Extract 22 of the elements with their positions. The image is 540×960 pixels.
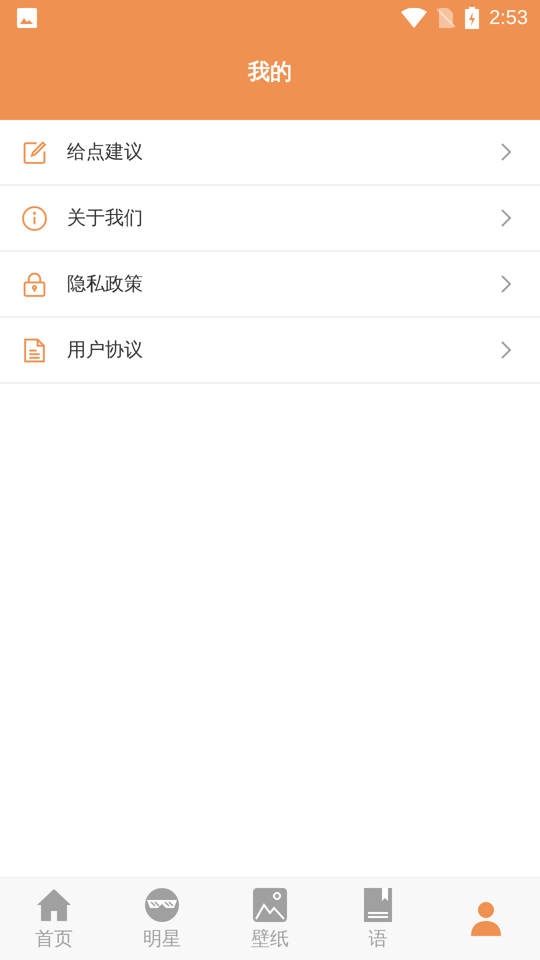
no-sim-icon	[437, 8, 456, 28]
lock-icon	[22, 272, 47, 296]
menu-item[interactable]: 用户协议	[0, 318, 540, 384]
menu-item[interactable]: 给点建议	[0, 120, 540, 186]
person-icon	[468, 901, 504, 937]
chevron-icon	[500, 143, 512, 161]
edit-icon	[22, 140, 47, 164]
page-title: 我的	[248, 59, 292, 87]
document-icon	[22, 338, 47, 362]
image-icon	[16, 7, 38, 29]
wifi-icon	[401, 8, 428, 28]
menu-item[interactable]: 关于我们	[0, 186, 540, 252]
chevron-icon	[500, 275, 512, 293]
home-icon	[36, 886, 72, 922]
menu-item[interactable]: 隐私政策	[0, 252, 540, 318]
chevron-icon	[500, 209, 512, 227]
clock: 2:53	[489, 6, 528, 30]
info-icon	[22, 206, 47, 230]
battery-charging-icon	[465, 7, 480, 29]
sunglasses-face-icon	[144, 886, 180, 922]
chevron-icon	[500, 341, 512, 359]
image-icon	[252, 886, 288, 922]
